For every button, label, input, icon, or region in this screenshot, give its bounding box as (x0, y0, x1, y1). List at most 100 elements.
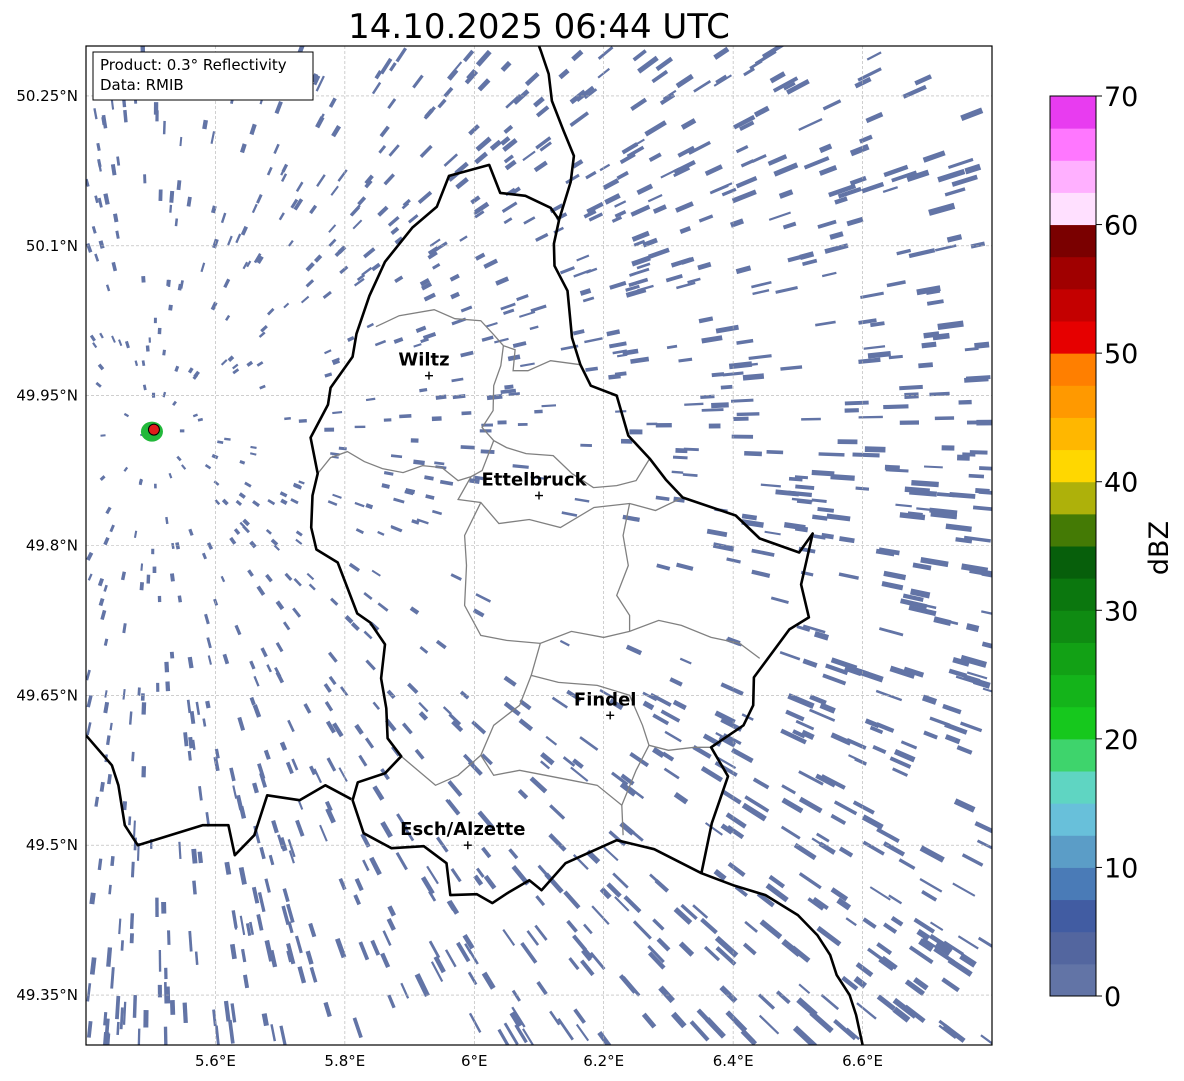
colorbar-segment (1050, 449, 1096, 483)
echo-cell (399, 414, 412, 419)
echo-cell (137, 687, 141, 696)
echo-cell (517, 422, 528, 426)
colorbar-segment (1050, 417, 1096, 451)
colorbar: 0 10 20 30 40 50 60 70 (1049, 82, 1138, 1013)
echo-cell (155, 897, 159, 918)
colorbar-tick-label: 30 (1104, 596, 1138, 627)
figure-title: 14.10.2025 06:44 UTC (348, 7, 730, 47)
colorbar-segment (1050, 192, 1096, 226)
echo-cell (168, 304, 173, 311)
echo-cell (962, 452, 976, 457)
echo-cell (157, 595, 162, 603)
echo-cell (164, 661, 170, 673)
echo-cell (153, 102, 159, 115)
echo-cell (354, 425, 366, 429)
echo-cell (158, 950, 162, 972)
echo-cell (169, 651, 175, 659)
colorbar-segment (1050, 706, 1096, 740)
colorbar-segment (1050, 288, 1096, 322)
echo-cell (655, 422, 672, 428)
echo-cell (534, 409, 543, 414)
colorbar-tick-label: 50 (1104, 339, 1138, 370)
echo-cell (145, 345, 150, 352)
echo-cell (148, 337, 151, 343)
lon-tick-label: 6.6°E (842, 1052, 883, 1070)
lat-tick-label: 49.8°N (26, 537, 78, 555)
echo-cell (143, 1009, 149, 1028)
colorbar-segment (1050, 931, 1096, 965)
colorbar-segment (1050, 385, 1096, 418)
echo-cell (141, 275, 146, 283)
echo-cell (153, 317, 157, 324)
echo-cell (156, 682, 160, 692)
colorbar-segment (1050, 224, 1096, 258)
info-data-source: Data: RMIB (100, 76, 184, 94)
latitude-axis: 50.25°N 50.1°N 49.95°N 49.8°N 49.65°N 49.5°N 4… (16, 87, 78, 1004)
radar-map-figure: 14.10.2025 06:44 UTC Wiltz Ettelbruck Find… (16, 7, 1175, 1070)
colorbar-segment (1050, 963, 1096, 997)
colorbar-segment (1050, 867, 1096, 901)
colorbar-segment (1050, 674, 1096, 708)
echo-cell (410, 438, 419, 443)
colorbar-tick-label: 10 (1104, 853, 1138, 884)
lat-tick-label: 50.25°N (16, 87, 78, 105)
colorbar-tick-label: 40 (1104, 468, 1138, 499)
longitude-axis: 5.6°E 5.8°E 6°E 6.2°E 6.4°E 6.6°E (195, 1052, 883, 1070)
echo-cell (801, 417, 821, 421)
lat-tick-label: 49.35°N (16, 986, 78, 1004)
echo-cell (158, 189, 163, 202)
echo-cell (736, 412, 760, 417)
echo-cell (161, 901, 167, 914)
lat-tick-label: 49.95°N (16, 387, 78, 405)
echo-cell (141, 766, 147, 778)
echo-cell (143, 174, 147, 184)
echo-cell (497, 420, 507, 425)
lat-tick-label: 50.1°N (26, 237, 78, 255)
colorbar-segment (1050, 610, 1096, 643)
echo-cell (152, 566, 157, 573)
echo-cell (858, 415, 883, 419)
lat-tick-label: 49.65°N (16, 686, 78, 704)
lon-tick-label: 5.6°E (195, 1052, 236, 1070)
echo-cell (958, 399, 972, 405)
echo-cell (884, 464, 900, 471)
echo-cell (165, 681, 171, 692)
lon-tick-label: 6.2°E (583, 1052, 624, 1070)
colorbar-tick-label: 70 (1104, 82, 1138, 113)
colorbar-segment (1050, 642, 1096, 676)
echo-cell (708, 423, 721, 429)
colorbar-tick-label: 0 (1104, 982, 1121, 1013)
city-label: Findel (574, 689, 637, 710)
echo-cell (137, 1028, 141, 1045)
echo-cell (167, 930, 171, 945)
echo-cell (864, 446, 886, 453)
echo-cell (146, 574, 151, 584)
echo-cell (324, 427, 335, 432)
echo-cell (460, 445, 476, 450)
info-product: Product: 0.3° Reflectivity (100, 56, 287, 74)
echo-cell (139, 582, 144, 591)
echo-cell (431, 416, 442, 422)
echo-cell (140, 693, 145, 701)
echo-cell (744, 450, 762, 457)
echo-cell (141, 702, 147, 715)
colorbar-segment (1050, 771, 1096, 804)
colorbar-segment (1050, 899, 1096, 933)
colorbar-segment (1050, 835, 1096, 868)
echo-cell (731, 434, 754, 439)
echo-cell (163, 1026, 168, 1045)
radar-site-marker (140, 421, 163, 442)
echo-cell (157, 327, 162, 335)
echo-cell (169, 1000, 176, 1015)
map-plot-area[interactable]: Wiltz Ettelbruck Findel Esch/Alzette (85, 42, 1001, 1051)
echo-cell (766, 449, 784, 455)
lon-tick-label: 6.4°E (713, 1052, 754, 1070)
echo-cell (151, 392, 156, 398)
colorbar-segment (1050, 481, 1096, 515)
echo-cell (461, 411, 472, 416)
echo-cell (629, 429, 643, 435)
echo-cell (711, 402, 729, 409)
echo-cell (683, 447, 699, 452)
echo-cell (899, 420, 920, 425)
echo-cell (837, 439, 858, 445)
